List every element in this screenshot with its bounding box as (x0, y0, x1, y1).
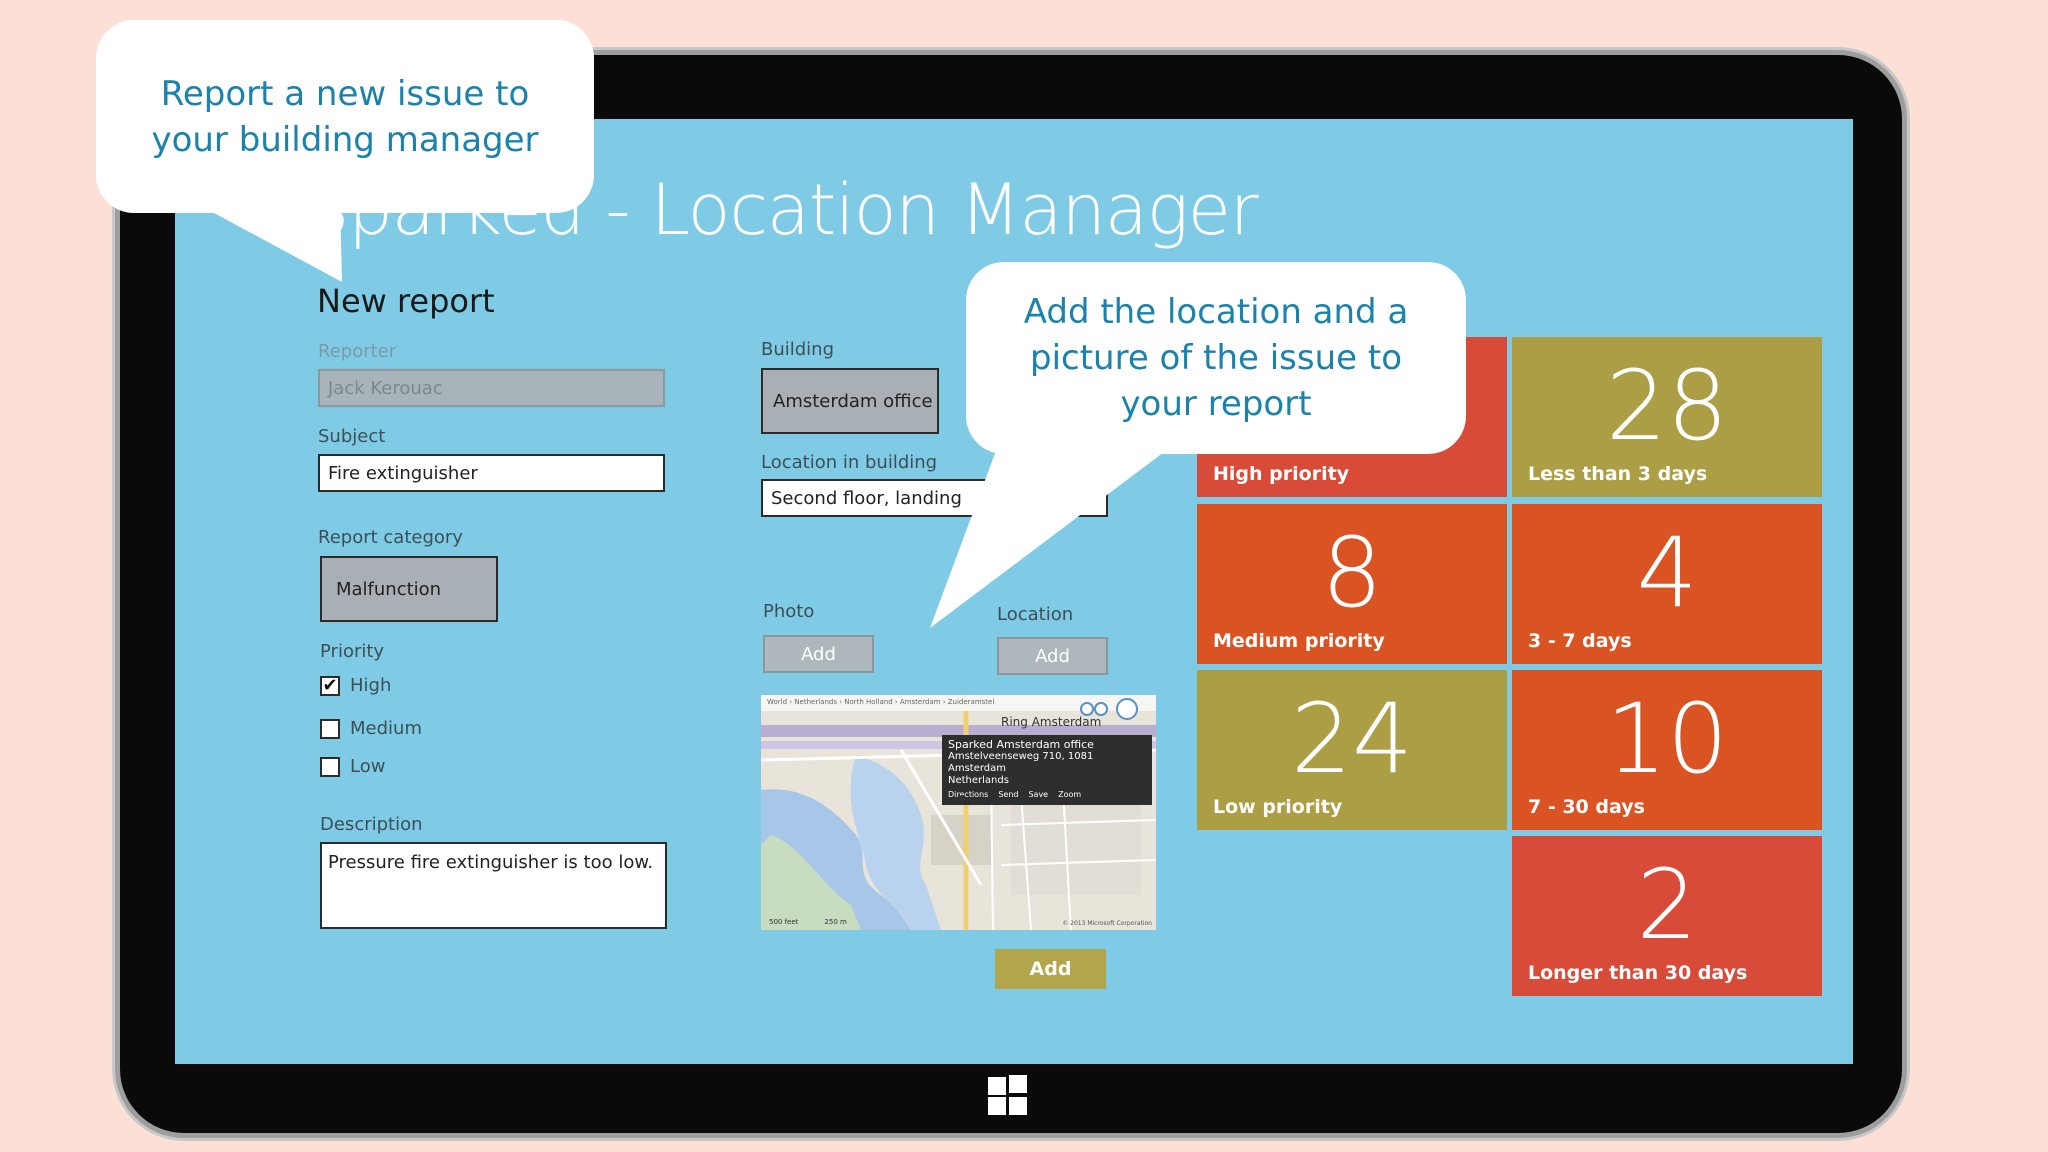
priority-high-checkbox[interactable]: ✔ High (320, 675, 391, 696)
tooltip-send-link[interactable]: Send (998, 789, 1018, 801)
add-location-button[interactable]: Add (997, 637, 1108, 675)
tile-low-priority[interactable]: 24 Low priority (1197, 670, 1507, 830)
tile-caption: Low priority (1213, 796, 1343, 818)
map-location-tooltip: Sparked Amsterdam office Amstelveenseweg… (942, 735, 1152, 805)
map-road-label: Ring Amsterdam (1001, 715, 1102, 729)
tooltip-title: Sparked Amsterdam office (948, 738, 1094, 751)
callout-pointer (930, 440, 1180, 628)
tile-caption: Medium priority (1213, 630, 1385, 652)
map-breadcrumb[interactable]: World › Netherlands › North Holland › Am… (767, 698, 994, 706)
tooltip-save-link[interactable]: Save (1028, 789, 1048, 801)
scale-feet: 500 feet (769, 918, 799, 926)
priority-medium-label: Medium (350, 718, 422, 739)
tile-medium-priority[interactable]: 8 Medium priority (1197, 504, 1507, 664)
priority-low-checkbox[interactable]: Low (320, 756, 385, 777)
tooltip-address: Amstelveenseweg 710, 1081 Amsterdam (948, 751, 1094, 774)
description-label: Description (320, 814, 423, 835)
windows-logo-icon[interactable] (988, 1075, 1028, 1115)
tooltip-country: Netherlands (948, 775, 1009, 786)
tile-count: 28 (1605, 350, 1729, 462)
tile-count: 8 (1321, 517, 1383, 629)
priority-medium-checkbox[interactable]: Medium (320, 718, 422, 739)
tile-7-30-days[interactable]: 10 7 - 30 days (1512, 670, 1822, 830)
reporter-field: Jack Kerouac (318, 369, 665, 407)
subject-label: Subject (318, 426, 386, 447)
priority-low-label: Low (350, 756, 386, 777)
tile-count: 24 (1290, 683, 1414, 795)
map-scale: 500 feet 250 m (769, 918, 847, 926)
callout-pointer (190, 200, 342, 282)
category-select[interactable]: Malfunction (320, 556, 498, 622)
tile-longer-than-30-days[interactable]: 2 Longer than 30 days (1512, 836, 1822, 996)
tile-caption: 7 - 30 days (1528, 796, 1645, 818)
add-photo-button[interactable]: Add (763, 635, 874, 673)
map-graphic (761, 695, 1156, 930)
reporter-label: Reporter (318, 341, 397, 362)
callout-report-issue: Report a new issue to your building mana… (96, 20, 594, 213)
checkbox-unchecked[interactable] (320, 756, 340, 777)
map-copyright: © 2013 Microsoft Corporation (1062, 920, 1152, 927)
building-label: Building (761, 339, 835, 360)
scale-meters: 250 m (824, 918, 847, 926)
tile-caption: 3 - 7 days (1528, 630, 1632, 652)
checkbox-checked[interactable]: ✔ (320, 675, 340, 696)
submit-report-button[interactable]: Add (995, 949, 1106, 989)
description-textarea[interactable]: Pressure fire extinguisher is too low. (320, 842, 667, 929)
location-in-building-label: Location in building (761, 452, 938, 473)
tile-caption: Longer than 30 days (1528, 962, 1748, 984)
photo-label: Photo (763, 601, 815, 622)
category-label: Report category (318, 527, 463, 548)
tile-count: 4 (1636, 517, 1698, 629)
building-select[interactable]: Amsterdam office (761, 368, 939, 434)
tooltip-directions-link[interactable]: Directions (948, 789, 988, 801)
priority-label: Priority (320, 641, 385, 662)
priority-high-label: High (350, 675, 392, 696)
tooltip-zoom-link[interactable]: Zoom (1058, 789, 1081, 801)
map-pin-icon[interactable] (959, 795, 965, 801)
tile-caption: Less than 3 days (1528, 463, 1708, 485)
subject-field[interactable]: Fire extinguisher (318, 454, 665, 492)
map-view[interactable]: World › Netherlands › North Holland › Am… (761, 695, 1156, 930)
checkbox-unchecked[interactable] (320, 718, 340, 739)
tile-count: 2 (1636, 849, 1698, 961)
tile-less-than-3-days[interactable]: 28 Less than 3 days (1512, 337, 1822, 497)
callout-add-location-picture: Add the location and a picture of the is… (966, 262, 1466, 454)
tile-3-7-days[interactable]: 4 3 - 7 days (1512, 504, 1822, 664)
tile-count: 10 (1605, 683, 1729, 795)
tile-caption: High priority (1213, 463, 1350, 485)
